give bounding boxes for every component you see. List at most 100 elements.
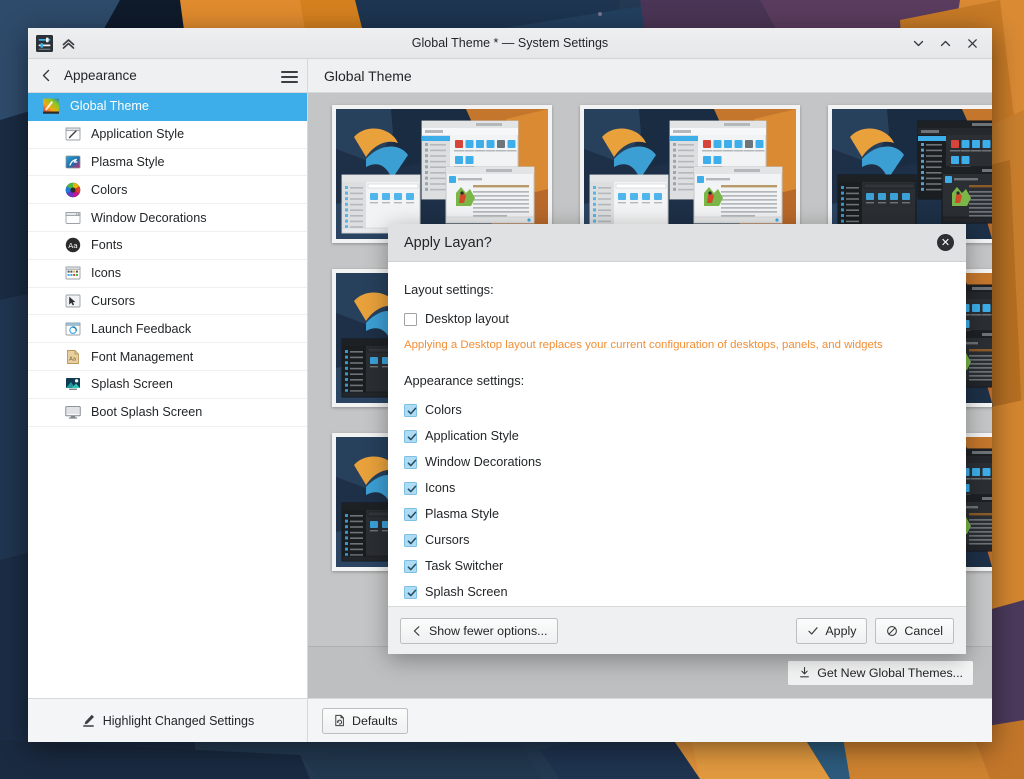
check-icon <box>406 509 418 521</box>
checkbox-label: Desktop layout <box>425 312 509 326</box>
sidebar: Appearance Global T <box>28 59 308 742</box>
sidebar-item-application-style[interactable]: Application Style <box>28 121 307 149</box>
sidebar-item-label: Font Management <box>91 350 193 364</box>
get-new-global-themes-button[interactable]: Get New Global Themes... <box>787 660 974 686</box>
checkbox-row-plasma-style[interactable]: Plasma Style <box>404 501 948 527</box>
checkbox-label: Icons <box>425 481 455 495</box>
maximize-button[interactable] <box>939 37 952 50</box>
layout-settings-label: Layout settings: <box>404 282 948 297</box>
checkbox-label: Plasma Style <box>425 507 499 521</box>
colors-icon <box>64 181 82 199</box>
defaults-button[interactable]: Defaults <box>322 708 408 734</box>
dialog-action-buttons: Apply Cancel <box>796 618 954 644</box>
show-fewer-options-button[interactable]: Show fewer options... <box>400 618 558 644</box>
desktop-layout-warning: Applying a Desktop layout replaces your … <box>404 339 948 351</box>
document-revert-icon <box>333 714 346 727</box>
checkbox-row-window-decorations[interactable]: Window Decorations <box>404 449 948 475</box>
sidebar-item-plasma-style[interactable]: Plasma Style <box>28 149 307 177</box>
cancel-label: Cancel <box>904 624 943 638</box>
checkbox-icons[interactable] <box>404 482 417 495</box>
sidebar-item-label: Boot Splash Screen <box>91 405 202 419</box>
sidebar-item-global-theme[interactable]: Global Theme <box>28 93 307 121</box>
highlight-changed-settings-label: Highlight Changed Settings <box>103 714 255 728</box>
highlighter-pen-icon <box>81 713 96 728</box>
checkbox-desktop-layout[interactable] <box>404 313 417 326</box>
application-style-icon <box>64 125 82 143</box>
sidebar-item-cursors[interactable]: Cursors <box>28 288 307 316</box>
breadcrumb-appearance[interactable]: Appearance <box>64 68 137 83</box>
dialog-header: Apply Layan? ✕ <box>388 224 966 262</box>
checkbox-row-application-style[interactable]: Application Style <box>404 423 948 449</box>
cancel-button[interactable]: Cancel <box>875 618 954 644</box>
icons-icon <box>64 264 82 282</box>
close-button[interactable] <box>966 37 979 50</box>
chevron-left-icon[interactable] <box>39 68 54 83</box>
checkbox-application-style[interactable] <box>404 430 417 443</box>
apply-button[interactable]: Apply <box>796 618 867 644</box>
apply-label: Apply <box>825 624 856 638</box>
sidebar-item-label: Fonts <box>91 238 123 252</box>
close-icon[interactable]: ✕ <box>937 234 954 251</box>
sidebar-item-label: Colors <box>91 183 127 197</box>
checkbox-label: Splash Screen <box>425 585 508 599</box>
sidebar-item-font-management[interactable]: Aa Font Management <box>28 343 307 371</box>
highlight-changed-settings-button[interactable]: Highlight Changed Settings <box>28 698 307 742</box>
checkbox-window-decorations[interactable] <box>404 456 417 469</box>
get-new-global-themes-label: Get New Global Themes... <box>817 666 963 680</box>
sidebar-item-icons[interactable]: Icons <box>28 260 307 288</box>
content-header: Global Theme <box>308 59 992 93</box>
checkbox-label: Task Switcher <box>425 559 503 573</box>
check-icon <box>406 561 418 573</box>
sidebar-item-window-decorations[interactable]: Window Decorations <box>28 204 307 232</box>
chevron-left-icon <box>411 625 423 637</box>
check-icon <box>406 431 418 443</box>
sidebar-item-splash-screen[interactable]: Splash Screen <box>28 371 307 399</box>
check-icon <box>406 483 418 495</box>
theme-card-light-1[interactable] <box>332 105 552 243</box>
checkbox-row-cursors[interactable]: Cursors <box>404 527 948 553</box>
defaults-label: Defaults <box>352 714 397 728</box>
page-title: Global Theme <box>324 68 412 84</box>
check-icon <box>807 625 819 637</box>
chevron-up-icon[interactable] <box>60 35 77 52</box>
checkbox-task-switcher[interactable] <box>404 560 417 573</box>
window-titlebar: Global Theme * — System Settings <box>28 28 992 59</box>
checkbox-colors[interactable] <box>404 404 417 417</box>
minimize-button[interactable] <box>912 37 925 50</box>
checkbox-plasma-style[interactable] <box>404 508 417 521</box>
splash-screen-icon <box>64 375 82 393</box>
show-fewer-options-label: Show fewer options... <box>429 624 547 638</box>
checkbox-row-task-switcher[interactable]: Task Switcher <box>404 553 948 579</box>
sidebar-item-boot-splash-screen[interactable]: Boot Splash Screen <box>28 399 307 427</box>
checkbox-row-splash-screen[interactable]: Splash Screen <box>404 579 948 605</box>
fonts-icon: Aa <box>64 236 82 254</box>
checkbox-row-colors[interactable]: Colors <box>404 397 948 423</box>
section-spacer <box>404 351 948 373</box>
checkbox-row-icons[interactable]: Icons <box>404 475 948 501</box>
checkbox-row-desktop-layout[interactable]: Desktop layout <box>404 306 948 332</box>
sidebar-item-launch-feedback[interactable]: Launch Feedback <box>28 315 307 343</box>
sidebar-item-colors[interactable]: Colors <box>28 176 307 204</box>
hamburger-menu-icon[interactable] <box>281 68 298 83</box>
system-settings-icon[interactable] <box>36 35 53 52</box>
font-management-icon: Aa <box>64 348 82 366</box>
checkbox-splash-screen[interactable] <box>404 586 417 599</box>
theme-card-light-2[interactable] <box>580 105 800 243</box>
checkbox-cursors[interactable] <box>404 534 417 547</box>
download-icon <box>798 666 811 679</box>
titlebar-left-icons <box>28 35 77 52</box>
sidebar-item-list: Global Theme Application Style <box>28 93 307 698</box>
svg-text:Aa: Aa <box>68 242 78 251</box>
boot-splash-screen-icon <box>64 403 82 421</box>
dialog-body: Layout settings: Desktop layout Applying… <box>388 262 966 606</box>
sidebar-item-label: Application Style <box>91 127 184 141</box>
dialog-footer: Show fewer options... Apply Cancel <box>388 606 966 654</box>
checkbox-label: Cursors <box>425 533 469 547</box>
cursors-icon <box>64 292 82 310</box>
check-icon <box>406 457 418 469</box>
check-icon <box>406 405 418 417</box>
content-bottom-bar: Defaults <box>308 698 992 742</box>
sidebar-item-fonts[interactable]: Aa Fonts <box>28 232 307 260</box>
checkbox-label: Application Style <box>425 429 519 443</box>
theme-card-dark-1[interactable] <box>828 105 992 243</box>
